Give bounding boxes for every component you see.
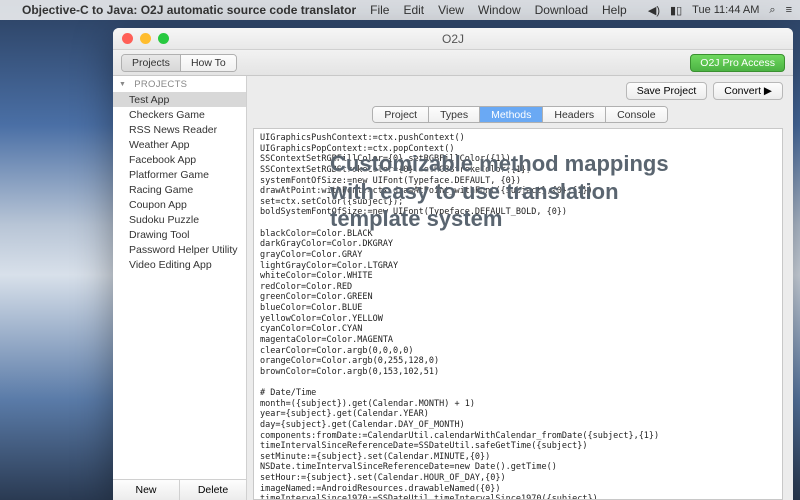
new-button[interactable]: New [113,480,179,500]
spotlight-icon[interactable]: ⌕ [769,4,775,17]
sidebar-item[interactable]: Racing Game [113,182,246,197]
toolbar: Projects How To O2J Pro Access [113,50,793,76]
sidebar-item[interactable]: Platformer Game [113,167,246,182]
tab-console[interactable]: Console [605,107,667,122]
tab-types[interactable]: Types [428,107,479,122]
app-window: O2J Projects How To O2J Pro Access PROJE… [113,28,793,500]
tab-project[interactable]: Project [373,107,428,122]
menu-download[interactable]: Download [535,3,588,17]
menu-icon[interactable]: ≡ [786,4,792,16]
sidebar-item[interactable]: Password Helper Utility [113,242,246,257]
sidebar-item[interactable]: Drawing Tool [113,227,246,242]
main-panel: Save Project Convert ▶ Project Types Met… [247,76,793,500]
tab-methods[interactable]: Methods [479,107,542,122]
menubar-app-title: Objective-C to Java: O2J automatic sourc… [22,3,356,17]
project-list: Test App Checkers Game RSS News Reader W… [113,92,246,479]
close-icon[interactable] [122,33,133,44]
main-tabs: Project Types Methods Headers Console [372,106,667,123]
sidebar-item[interactable]: Checkers Game [113,107,246,122]
macos-menubar: Objective-C to Java: O2J automatic sourc… [0,0,800,20]
menubar-clock[interactable]: Tue 11:44 AM [692,4,759,16]
toolbar-tabs: Projects How To [121,54,237,72]
tab-projects[interactable]: Projects [122,55,180,71]
sidebar: PROJECTS Test App Checkers Game RSS News… [113,76,247,500]
sidebar-item[interactable]: RSS News Reader [113,122,246,137]
sidebar-item[interactable]: Sudoku Puzzle [113,212,246,227]
tab-how-to[interactable]: How To [180,55,236,71]
code-editor[interactable]: UIGraphicsPushContext:=ctx.pushContext()… [253,128,783,500]
sidebar-item[interactable]: Video Editing App [113,257,246,272]
menu-view[interactable]: View [438,3,464,17]
window-title: O2J [113,32,793,46]
menu-edit[interactable]: Edit [403,3,424,17]
minimize-icon[interactable] [140,33,151,44]
battery-icon[interactable]: ▮▯ [670,4,682,17]
action-row: Save Project Convert ▶ [247,76,793,100]
maximize-icon[interactable] [158,33,169,44]
volume-icon[interactable]: ◀︎) [648,4,660,17]
delete-button[interactable]: Delete [179,480,246,500]
convert-button[interactable]: Convert ▶ [713,82,783,100]
pro-access-button[interactable]: O2J Pro Access [690,54,785,72]
traffic-lights [113,33,169,44]
sidebar-item[interactable]: Facebook App [113,152,246,167]
sidebar-item[interactable]: Coupon App [113,197,246,212]
sidebar-footer: New Delete [113,479,246,500]
save-project-button[interactable]: Save Project [626,82,708,100]
sidebar-item[interactable]: Weather App [113,137,246,152]
tab-headers[interactable]: Headers [542,107,605,122]
window-titlebar: O2J [113,28,793,50]
menu-file[interactable]: File [370,3,389,17]
menu-help[interactable]: Help [602,3,627,17]
menu-window[interactable]: Window [478,3,521,17]
sidebar-header[interactable]: PROJECTS [113,76,246,92]
sidebar-item[interactable]: Test App [113,92,246,107]
